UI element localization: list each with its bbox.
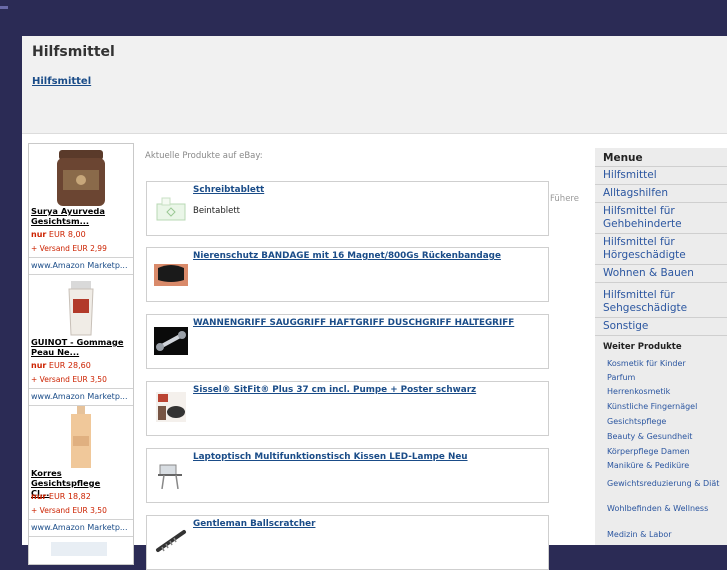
cushion-image[interactable] [154, 392, 188, 422]
page-header: Hilfsmittel Hilfsmittel [22, 36, 727, 134]
amazon-item-source[interactable]: www.Amazon Marketp... [31, 523, 131, 532]
amazon-item-price: nur EUR 8,00 [31, 230, 86, 239]
page-title: Hilfsmittel [32, 44, 115, 60]
ebay-product: Schreibtablett Beintablett [146, 181, 549, 236]
product-subtitle: Beintablett [193, 206, 241, 216]
divider [29, 257, 133, 258]
back-scratcher-image[interactable] [154, 526, 188, 556]
product-title-link[interactable]: Nierenschutz BANDAGE mit 16 Magnet/800Gs… [193, 251, 545, 261]
menu-item-hoergeschaedigte[interactable]: Hilfsmittel für Hörgeschädigte [603, 236, 725, 261]
amazon-item-title[interactable]: Surya Ayurveda Gesichtsm... [31, 206, 131, 226]
ebay-product: WANNENGRIFF SAUGGRIFF HAFTGRIFF DUSCHGRI… [146, 314, 549, 369]
menu-item-alltagshilfen[interactable]: Alltagshilfen [603, 187, 725, 200]
product-image-jar[interactable] [49, 148, 113, 210]
top-banner [0, 0, 727, 36]
menu-item-sehgeschaedigte[interactable]: Hilfsmittel für Sehgeschädigte [603, 289, 725, 314]
edge-marker [0, 6, 8, 9]
sub-item-gewichtsreduzierung[interactable]: Gewichtsreduzierung & Diät [607, 479, 725, 489]
sub-item-koerperpflege-damen[interactable]: Körperpflege Damen [607, 447, 725, 457]
sub-item-fingernaegel[interactable]: Künstliche Fingernägel [607, 402, 725, 412]
amazon-item-price: nur EUR 28,60 [31, 361, 91, 370]
sub-item-wohlbefinden[interactable]: Wohlbefinden & Wellness [607, 504, 725, 514]
divider [29, 274, 133, 275]
divider [595, 166, 727, 167]
divider [595, 264, 727, 265]
sub-item-herrenkosmetik[interactable]: Herrenkosmetik [607, 387, 725, 397]
amazon-item-shipping: + Versand EUR 2,99 [31, 244, 107, 253]
ebay-product: Nierenschutz BANDAGE mit 16 Magnet/800Gs… [146, 247, 549, 302]
sub-item-medizin-labor[interactable]: Medizin & Labor [607, 530, 725, 540]
ebay-product: Laptoptisch Multifunktionstisch Kissen L… [146, 448, 549, 503]
ebay-product: Sissel® SitFit® Plus 37 cm incl. Pumpe +… [146, 381, 549, 436]
menu-item-hilfsmittel[interactable]: Hilfsmittel [603, 169, 725, 182]
amazon-item-source[interactable]: www.Amazon Marketp... [31, 392, 131, 401]
amazon-item-title[interactable]: GUINOT - Gommage Peau Ne... [31, 337, 131, 357]
breadcrumb-link[interactable]: Hilfsmittel [32, 76, 91, 87]
more-products-title: Weiter Produkte [603, 342, 682, 352]
product-image-tube[interactable] [49, 279, 113, 341]
menu-item-sonstige[interactable]: Sonstige [603, 320, 725, 333]
amazon-item-source[interactable]: www.Amazon Marketp... [31, 261, 131, 270]
sidebar-menu: Menue Hilfsmittel Alltagshilfen Hilfsmit… [595, 148, 727, 545]
bandage-image[interactable] [154, 258, 188, 288]
amazon-item-price: nur EUR 18,82 [31, 492, 91, 501]
divider [595, 233, 727, 234]
sub-item-gesichtspflege[interactable]: Gesichtspflege [607, 417, 725, 427]
divider [595, 317, 727, 318]
laptop-table-image[interactable] [154, 459, 188, 489]
sub-item-beauty-gesundheit[interactable]: Beauty & Gesundheit [607, 432, 725, 442]
amazon-item-shipping: + Versand EUR 3,50 [31, 506, 107, 515]
side-text: Fühere [550, 194, 579, 204]
sub-item-kosmetik-kinder[interactable]: Kosmetik für Kinder [607, 359, 725, 369]
divider [595, 282, 727, 283]
ebay-caption: Aktuelle Produkte auf eBay: [145, 151, 263, 161]
sub-item-parfum[interactable]: Parfum [607, 373, 725, 383]
tablet-image[interactable] [154, 192, 188, 222]
divider [595, 202, 727, 203]
divider [29, 536, 133, 537]
divider [595, 184, 727, 185]
ebay-product: Gentleman Ballscratcher [146, 515, 549, 570]
grab-bar-image[interactable] [154, 325, 188, 355]
product-image-partial[interactable] [51, 540, 107, 556]
product-title-link[interactable]: Gentleman Ballscratcher [193, 519, 545, 529]
menu-title: Menue [603, 152, 643, 164]
menu-item-wohnen-bauen[interactable]: Wohnen & Bauen [603, 267, 725, 280]
product-image-bottle[interactable] [49, 406, 113, 468]
divider [595, 335, 727, 336]
amazon-widget: Surya Ayurveda Gesichtsm... nur EUR 8,00 … [28, 143, 134, 565]
product-title-link[interactable]: WANNENGRIFF SAUGGRIFF HAFTGRIFF DUSCHGRI… [193, 318, 545, 328]
amazon-item-shipping: + Versand EUR 3,50 [31, 375, 107, 384]
sub-item-manikuere[interactable]: Maniküre & Pediküre [607, 461, 725, 471]
divider [29, 388, 133, 389]
page-content: Hilfsmittel Hilfsmittel Surya Ayurveda Ge… [22, 36, 727, 570]
menu-item-gehbehinderte[interactable]: Hilfsmittel für Gehbehinderte [603, 205, 725, 230]
product-title-link[interactable]: Sissel® SitFit® Plus 37 cm incl. Pumpe +… [193, 385, 545, 395]
product-title-link[interactable]: Schreibtablett [193, 185, 545, 195]
divider [29, 519, 133, 520]
product-title-link[interactable]: Laptoptisch Multifunktionstisch Kissen L… [193, 452, 545, 462]
